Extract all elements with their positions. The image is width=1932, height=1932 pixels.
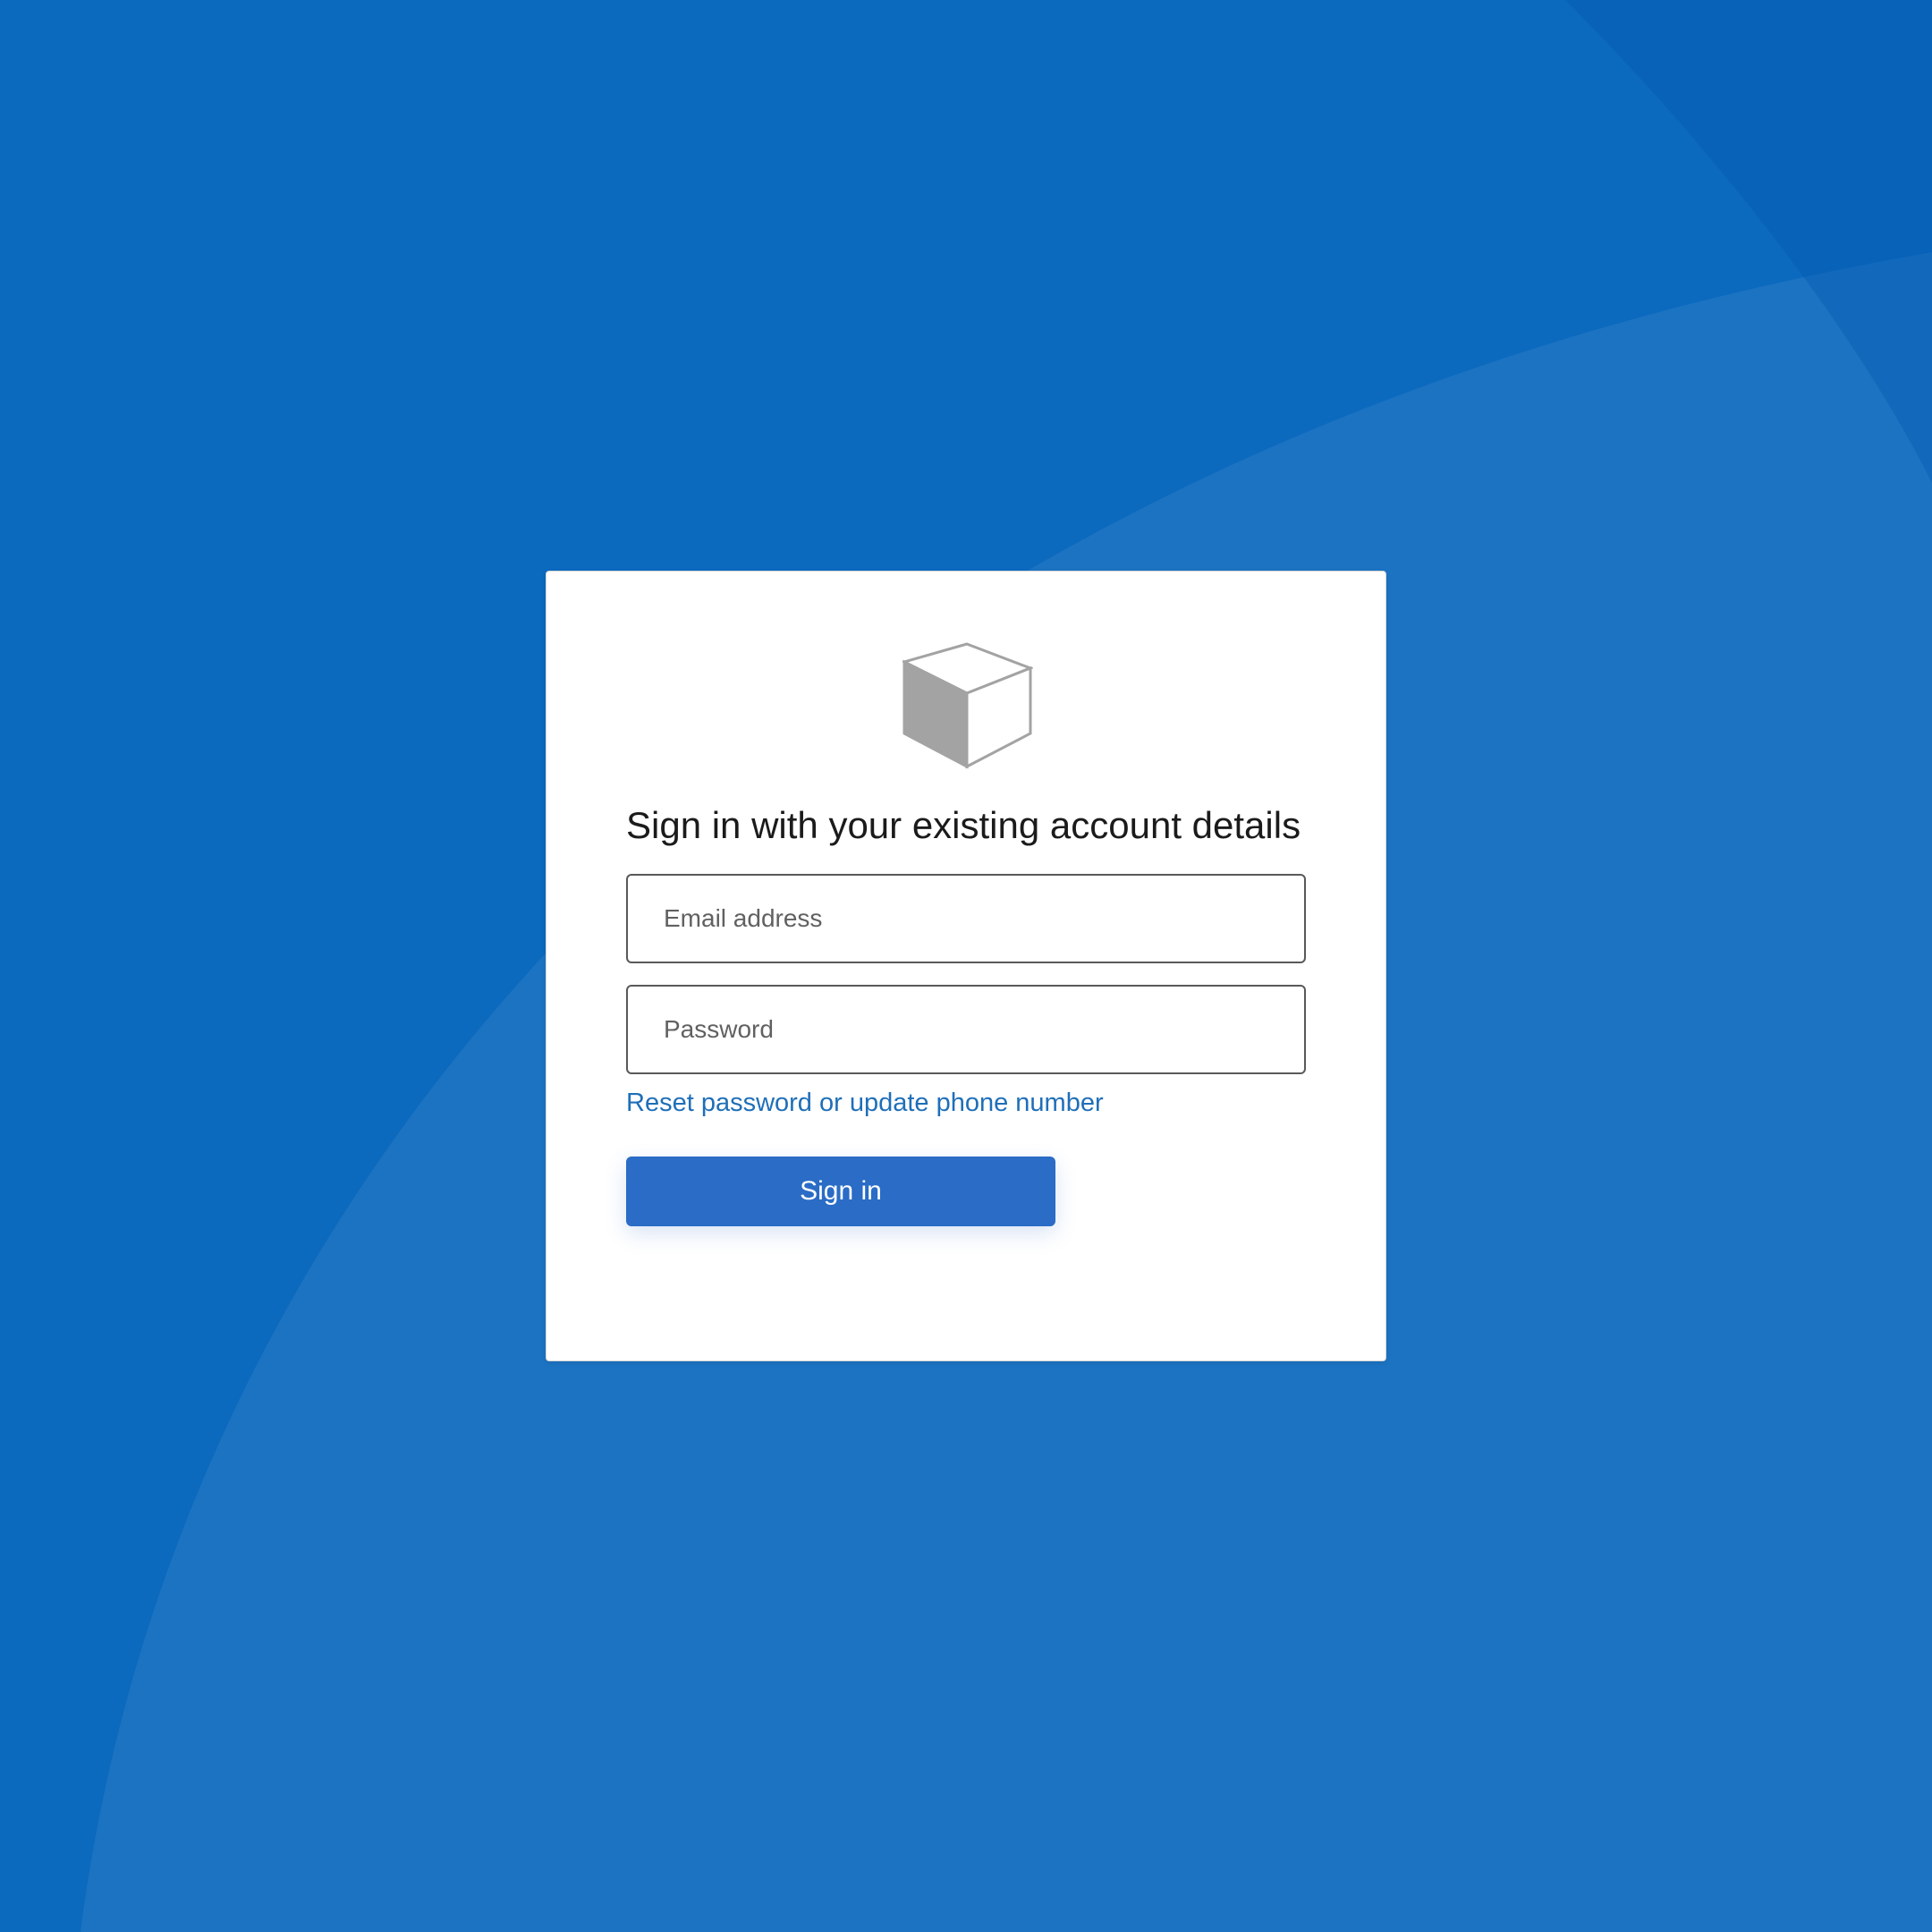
signin-card: Sign in with your existing account detai… bbox=[546, 571, 1386, 1361]
sign-in-button[interactable]: Sign in bbox=[626, 1157, 1055, 1226]
password-field[interactable] bbox=[626, 985, 1306, 1074]
cube-icon bbox=[902, 642, 1033, 769]
reset-password-link[interactable]: Reset password or update phone number bbox=[626, 1089, 1104, 1118]
signin-title: Sign in with your existing account detai… bbox=[626, 804, 1301, 846]
email-field[interactable] bbox=[626, 874, 1306, 963]
